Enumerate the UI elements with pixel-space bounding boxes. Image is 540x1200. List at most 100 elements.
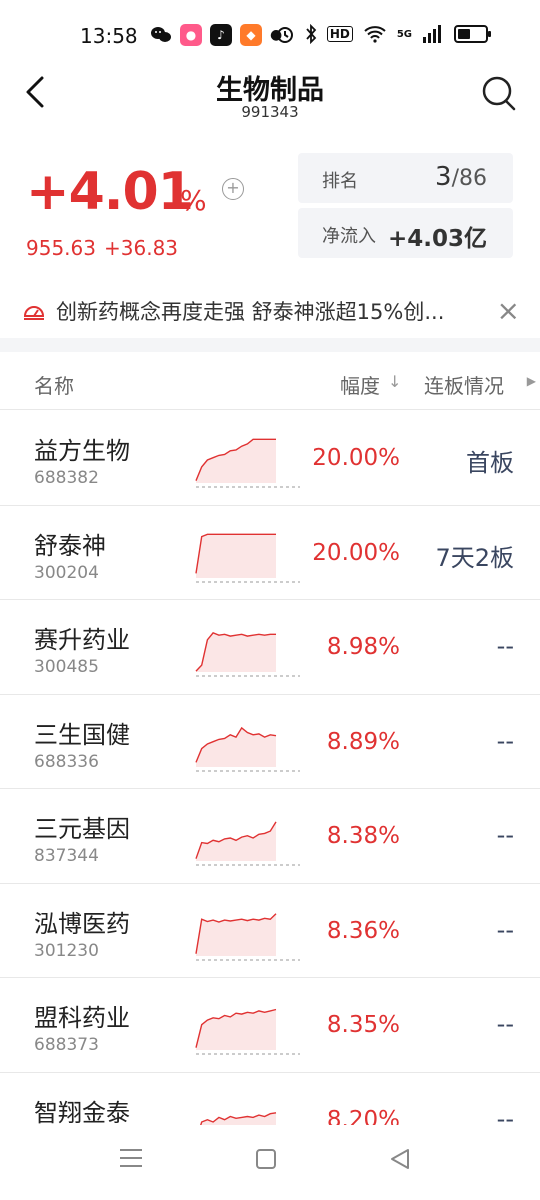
stock-code: 688336 (34, 751, 99, 772)
system-nav-bar (0, 1125, 540, 1200)
notification-icons: ● ♪ ◆ ● (150, 24, 282, 46)
net-flow-label: 净流入 (322, 226, 376, 247)
sparkline-area (200, 1112, 276, 1125)
table-header: 名称 幅度 ↓ 连板情况 ▶ (0, 352, 540, 410)
sector-code: 991343 (241, 103, 299, 121)
rank-total: /86 (451, 166, 487, 191)
stock-code: 688373 (34, 1035, 99, 1055)
stock-name: 三元基因 (34, 815, 130, 843)
stock-code: 688382 (34, 468, 99, 488)
stock-code: 837344 (34, 846, 99, 866)
rank-label: 排名 (322, 171, 358, 192)
limit-up-streak: -- (496, 1010, 514, 1038)
table-row[interactable]: 泓博医药 301230 8.36% -- (0, 884, 540, 978)
limit-up-streak: -- (496, 1104, 514, 1126)
signal-icon (423, 25, 441, 43)
stock-change-percent: 20.00% (312, 445, 400, 471)
intraday-sparkline (195, 632, 300, 677)
stock-change-percent: 8.36% (326, 917, 400, 944)
limit-up-streak: 7天2板 (435, 543, 514, 572)
stock-name: 赛升药业 (34, 626, 130, 654)
stock-code: 301230 (34, 940, 99, 961)
wechat-icon (151, 27, 171, 42)
hd-icon: HD (326, 26, 353, 42)
table-row[interactable]: 智翔金泰 8.20% -- (0, 1073, 540, 1126)
stock-change-percent: 8.20% (326, 1106, 400, 1126)
bluetooth-icon (306, 24, 317, 44)
column-name: 名称 (34, 374, 74, 398)
table-row[interactable]: 三生国健 688336 8.89% -- (0, 695, 540, 789)
column-change-sort[interactable]: 幅度 (340, 370, 380, 399)
stock-name: 舒泰神 (34, 531, 106, 560)
table-row[interactable]: 舒泰神 300204 20.00% 7天2板 (0, 506, 540, 600)
recent-apps-icon[interactable] (120, 1149, 142, 1173)
intraday-sparkline (199, 1111, 277, 1125)
news-text[interactable]: 创新药概念再度走强 舒泰神涨超15%创... (56, 296, 486, 326)
stock-name: 泓博医药 (34, 909, 130, 938)
stock-list: 益方生物 688382 20.00% 首板舒泰神 300204 20.00% 7天2板赛升药… (0, 411, 540, 1125)
table-row[interactable]: 三元基因 837344 8.38% -- (0, 789, 540, 884)
stock-name: 益方生物 (34, 437, 130, 465)
stock-change-percent: 8.38% (326, 823, 400, 849)
status-time: 13:58 (80, 24, 138, 48)
stock-code: 300204 (34, 562, 99, 583)
sparkline-area (196, 533, 276, 578)
add-watchlist-icon[interactable]: + (222, 178, 244, 200)
limit-up-streak: -- (496, 821, 514, 849)
intraday-sparkline (195, 1008, 300, 1055)
rank-box[interactable]: 排名 3/86 (298, 153, 513, 203)
page-header: 生物制品 991343 (0, 60, 540, 130)
stock-change-percent: 20.00% (312, 539, 400, 566)
table-row[interactable]: 赛升药业 300485 8.98% -- (0, 600, 540, 695)
limit-up-streak: -- (496, 632, 514, 660)
stock-name: 智翔金泰 (34, 1098, 130, 1126)
percent-unit: % (180, 184, 207, 217)
limit-up-streak: 首板 (466, 449, 514, 477)
news-ticker[interactable]: 创新药概念再度走强 舒泰神涨超15%创... × (0, 288, 540, 334)
intraday-sparkline (195, 438, 300, 488)
stock-code: 300485 (34, 657, 99, 677)
percent-change: +4.01 (26, 162, 194, 222)
rank-value: 3/86 (435, 162, 487, 192)
stock-name: 盟科药业 (34, 1004, 130, 1032)
app-notification-icon: ◆ (240, 24, 262, 46)
stock-change-percent: 8.98% (326, 634, 400, 660)
tiktok-icon: ♪ (210, 24, 232, 46)
sparkline-area (196, 439, 276, 483)
index-change: +36.83 (104, 236, 179, 260)
page-title: 生物制品 (216, 75, 324, 106)
table-row[interactable]: 益方生物 688382 20.00% 首板 (0, 411, 540, 506)
sparkline-area (196, 1009, 276, 1050)
stock-name: 三生国健 (34, 720, 130, 749)
network-label: 5G (396, 28, 412, 40)
stock-change-percent: 8.89% (326, 728, 400, 755)
battery-icon (454, 25, 491, 43)
home-icon[interactable] (256, 1149, 276, 1169)
intraday-sparkline (195, 912, 300, 960)
section-divider (0, 338, 540, 352)
nav-back-icon[interactable] (388, 1147, 412, 1171)
limit-up-streak: -- (496, 915, 514, 944)
system-icons: HD 5G (275, 24, 491, 44)
sparkline-area (196, 821, 276, 861)
intraday-sparkline (195, 821, 300, 866)
net-flow-value: +4.03亿 (387, 226, 487, 252)
index-price: 955.63 (26, 236, 96, 260)
close-icon[interactable]: × (497, 294, 520, 327)
intraday-sparkline (195, 726, 300, 771)
wifi-icon (364, 26, 386, 43)
rank-number: 3 (435, 162, 452, 192)
sparkline-area (196, 727, 276, 767)
column-streak[interactable]: 连板情况 (424, 370, 504, 399)
stock-change-percent: 8.35% (326, 1012, 400, 1038)
alert-gauge-icon (23, 306, 45, 320)
intraday-sparkline (195, 533, 300, 582)
table-row[interactable]: 盟科药业 688373 8.35% -- (0, 978, 540, 1073)
sort-down-icon: ↓ (388, 372, 402, 391)
net-flow-box[interactable]: 净流入 +4.03亿 (298, 208, 513, 258)
scroll-right-icon[interactable]: ▶ (527, 374, 536, 388)
app-notification-icon: ● (180, 24, 202, 46)
limit-up-streak: -- (496, 726, 514, 755)
search-icon[interactable] (480, 74, 518, 112)
alarm-icon (276, 27, 293, 43)
